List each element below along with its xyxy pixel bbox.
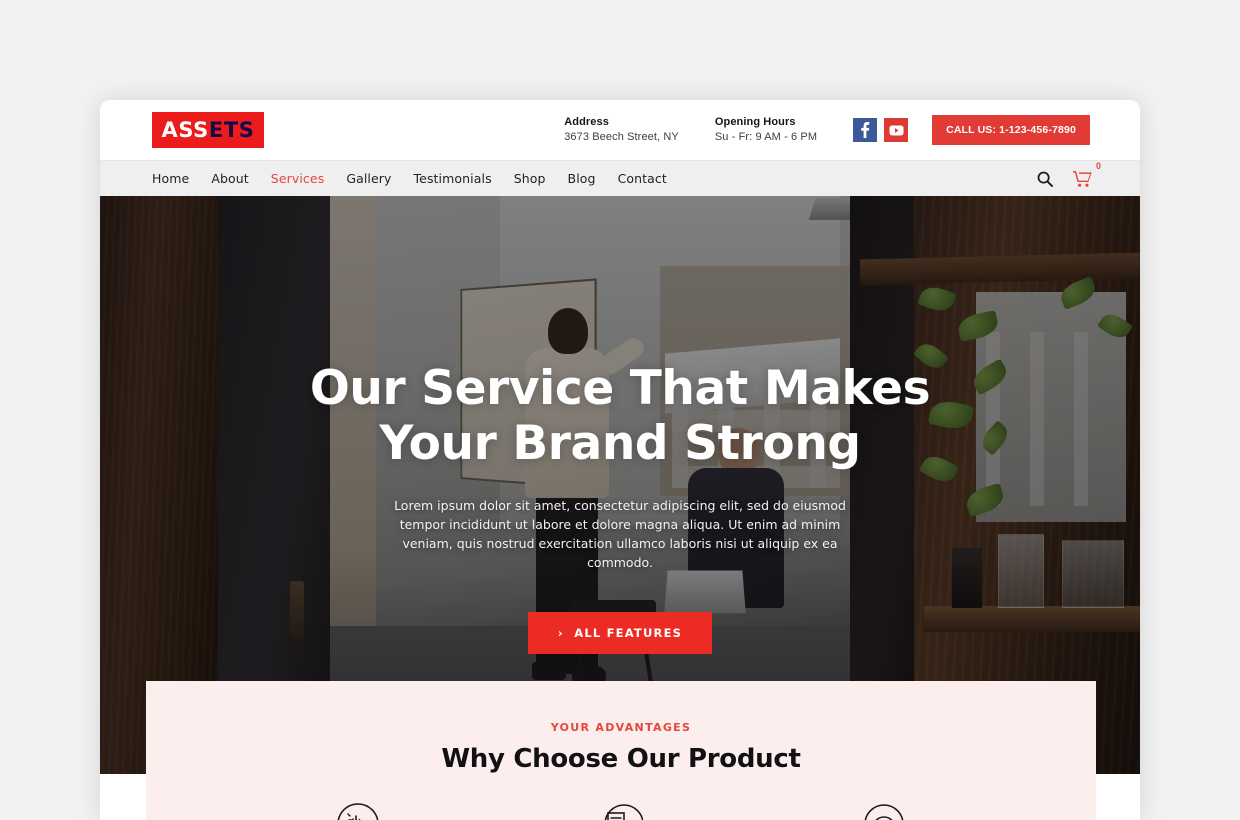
nav-item-blog[interactable]: Blog — [568, 171, 596, 186]
chevron-right-icon: › — [557, 626, 564, 640]
main-navigation: Home About Services Gallery Testimonials… — [100, 160, 1140, 196]
site-utility-header: ASSETS Address 3673 Beech Street, NY Ope… — [100, 100, 1140, 160]
browser-window: ASSETS Address 3673 Beech Street, NY Ope… — [100, 100, 1140, 820]
site-logo[interactable]: ASSETS — [152, 112, 264, 148]
nav-utility-icons: 0 — [1037, 161, 1101, 187]
hero-title-line2: Your Brand Strong — [379, 416, 861, 471]
nav-item-testimonials[interactable]: Testimonials — [414, 171, 492, 186]
utility-header-right: Address 3673 Beech Street, NY Opening Ho… — [564, 115, 1090, 145]
hero-title-line1: Our Service That Makes — [309, 361, 931, 416]
youtube-icon[interactable] — [884, 118, 909, 142]
nav-link-list: Home About Services Gallery Testimonials… — [152, 171, 667, 186]
logo-text: ASSETS — [162, 118, 255, 142]
advantages-title: Why Choose Our Product — [441, 744, 801, 774]
nav-item-about[interactable]: About — [211, 171, 248, 186]
nav-item-shop[interactable]: Shop — [514, 171, 546, 186]
advantages-kicker: YOUR ADVANTAGES — [550, 721, 692, 734]
nav-item-contact[interactable]: Contact — [618, 171, 667, 186]
social-links — [853, 118, 909, 142]
cart-count-badge: 0 — [1095, 161, 1101, 171]
hero-paragraph: Lorem ipsum dolor sit amet, consectetur … — [394, 498, 846, 570]
facebook-icon[interactable] — [853, 118, 878, 142]
address-label: Address — [564, 116, 609, 128]
call-us-button[interactable]: CALL US: 1-123-456-7890 — [932, 115, 1090, 145]
opening-hours-block: Opening Hours Su - Fr: 9 AM - 6 PM — [715, 115, 817, 145]
logo-text-part2: ETS — [208, 118, 255, 142]
all-features-button-label: ALL FEATURES — [574, 626, 683, 640]
nav-item-services[interactable]: Services — [271, 171, 325, 186]
opening-hours-label: Opening Hours — [714, 116, 796, 128]
address-block: Address 3673 Beech Street, NY — [564, 115, 679, 145]
all-features-button[interactable]: › ALL FEATURES — [527, 612, 713, 654]
nav-item-gallery[interactable]: Gallery — [346, 171, 391, 186]
document-circle-icon — [599, 802, 643, 820]
speedometer-circle-icon — [862, 802, 906, 820]
advantages-icon-row — [146, 802, 1096, 820]
advantages-section: YOUR ADVANTAGES Why Choose Our Product — [146, 681, 1096, 820]
logo-text-part1: ASS — [161, 118, 209, 142]
address-value: 3673 Beech Street, NY — [564, 131, 679, 143]
hand-click-circle-icon — [336, 802, 380, 820]
search-icon[interactable] — [1037, 171, 1053, 187]
hero-title: Our Service That Makes Your Brand Strong — [309, 361, 931, 471]
opening-hours-value: Su - Fr: 9 AM - 6 PM — [714, 131, 818, 143]
nav-item-home[interactable]: Home — [152, 171, 189, 186]
shopping-cart-icon[interactable]: 0 — [1073, 161, 1101, 187]
